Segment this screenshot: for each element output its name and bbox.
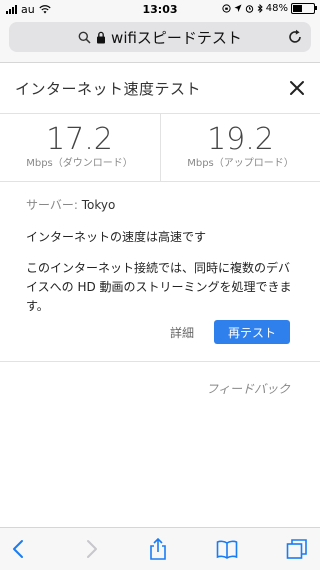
server-value: Tokyo bbox=[81, 198, 116, 212]
search-icon bbox=[78, 31, 91, 44]
section-divider bbox=[0, 361, 320, 362]
bluetooth-icon bbox=[257, 4, 263, 13]
status-bar: au 13:03 48% bbox=[0, 0, 320, 18]
share-icon[interactable] bbox=[147, 538, 169, 560]
tabs-icon[interactable] bbox=[286, 538, 308, 560]
back-icon[interactable] bbox=[8, 538, 30, 560]
server-label: サーバー: bbox=[26, 198, 78, 212]
battery-icon bbox=[291, 3, 317, 14]
bookmarks-icon[interactable] bbox=[216, 538, 238, 560]
battery-percent: 48% bbox=[265, 3, 288, 14]
download-value: 17.2 bbox=[46, 122, 113, 157]
location-icon bbox=[234, 4, 242, 12]
reload-icon[interactable] bbox=[287, 29, 303, 45]
address-content: wifiスピードテスト bbox=[78, 27, 242, 48]
download-result: 17.2 Mbps（ダウンロード） bbox=[0, 114, 159, 181]
speed-results: 17.2 Mbps（ダウンロード） 19.2 Mbps（アップロード） bbox=[0, 114, 320, 182]
speed-headline: インターネットの速度は高速です bbox=[26, 230, 207, 244]
battery-fill bbox=[293, 5, 302, 12]
close-icon[interactable] bbox=[288, 79, 306, 97]
page-title: インターネット速度テスト bbox=[15, 79, 202, 98]
alarm-icon bbox=[245, 5, 253, 13]
browser-toolbar bbox=[0, 527, 320, 570]
upload-value: 19.2 bbox=[207, 122, 274, 157]
orientation-lock-icon bbox=[222, 4, 231, 13]
retest-button[interactable]: 再テスト bbox=[214, 320, 290, 344]
browser-top-chrome: au 13:03 48% wifiスピードテスト bbox=[0, 0, 320, 63]
page-header: インターネット速度テスト bbox=[0, 63, 320, 114]
action-row: 詳細 再テスト bbox=[0, 320, 320, 344]
feedback-link[interactable]: フィードバック bbox=[206, 380, 290, 397]
server-line: サーバー: Tokyo bbox=[26, 196, 296, 213]
details-link[interactable]: 詳細 bbox=[170, 324, 194, 341]
status-right: 48% bbox=[222, 3, 317, 14]
speed-description: このインターネット接続では、同時に複数のデバイスへの HD 動画のストリーミング… bbox=[26, 261, 292, 313]
forward-icon[interactable] bbox=[80, 538, 102, 560]
lock-icon bbox=[97, 31, 106, 43]
upload-label: Mbps（アップロード） bbox=[187, 158, 294, 169]
upload-result: 19.2 Mbps（アップロード） bbox=[161, 114, 320, 181]
result-details: サーバー: Tokyo インターネットの速度は高速です このインターネット接続で… bbox=[26, 196, 296, 316]
address-bar[interactable]: wifiスピードテスト bbox=[9, 22, 311, 52]
download-label: Mbps（ダウンロード） bbox=[26, 158, 133, 169]
address-text: wifiスピードテスト bbox=[111, 28, 242, 47]
